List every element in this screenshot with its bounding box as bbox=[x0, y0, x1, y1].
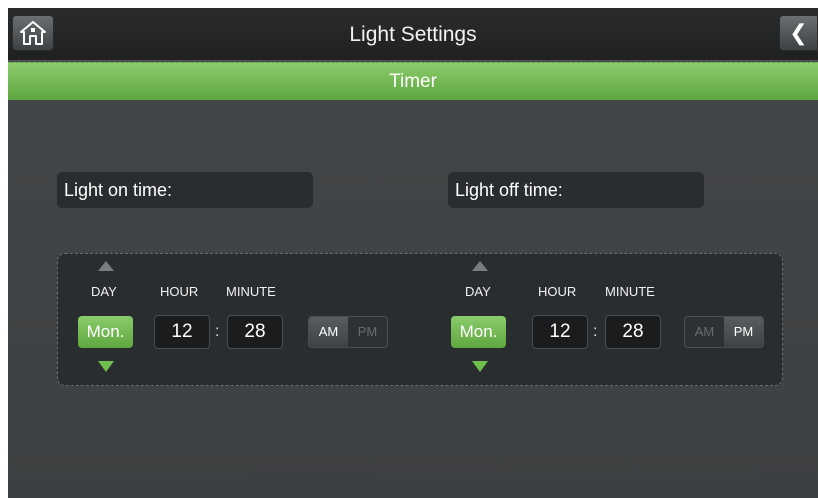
chevron-left-icon: ❮ bbox=[789, 20, 808, 45]
on-am-option[interactable]: AM bbox=[309, 317, 348, 347]
off-hour-label: HOUR bbox=[538, 284, 577, 299]
on-pm-option[interactable]: PM bbox=[348, 317, 387, 347]
off-am-option[interactable]: AM bbox=[685, 317, 724, 347]
off-minute-label: MINUTE bbox=[605, 284, 655, 299]
on-hour-label: HOUR bbox=[160, 284, 199, 299]
header-bar: Light Settings ❮ bbox=[8, 8, 818, 61]
on-day-down-arrow-icon[interactable] bbox=[98, 361, 114, 372]
on-time-separator: : bbox=[215, 323, 220, 340]
home-button[interactable] bbox=[12, 15, 54, 51]
off-hour-field[interactable]: 12 bbox=[532, 315, 588, 349]
off-day-down-arrow-icon[interactable] bbox=[472, 361, 488, 372]
on-hour-field[interactable]: 12 bbox=[154, 315, 210, 349]
on-day-up-arrow-icon[interactable] bbox=[98, 261, 114, 271]
off-minute-field[interactable]: 28 bbox=[605, 315, 661, 349]
on-minute-label: MINUTE bbox=[226, 284, 276, 299]
off-ampm-toggle[interactable]: AM PM bbox=[684, 316, 764, 348]
off-pm-option[interactable]: PM bbox=[724, 317, 763, 347]
home-icon bbox=[20, 21, 46, 45]
page-title: Light Settings bbox=[349, 23, 477, 46]
off-day-button[interactable]: Mon. bbox=[451, 316, 506, 348]
on-day-label: DAY bbox=[91, 284, 117, 299]
section-header-timer: Timer bbox=[8, 62, 818, 100]
on-day-button[interactable]: Mon. bbox=[78, 316, 133, 348]
on-minute-field[interactable]: 28 bbox=[227, 315, 283, 349]
light-on-time-label: Light on time: bbox=[57, 172, 313, 208]
light-off-time-label: Light off time: bbox=[448, 172, 704, 208]
back-button[interactable]: ❮ bbox=[779, 15, 818, 51]
light-settings-screen: Light Settings ❮ Timer Light on time: Li… bbox=[8, 8, 818, 498]
off-day-label: DAY bbox=[465, 284, 491, 299]
off-day-up-arrow-icon[interactable] bbox=[472, 261, 488, 271]
on-ampm-toggle[interactable]: AM PM bbox=[308, 316, 388, 348]
off-time-separator: : bbox=[593, 323, 598, 340]
